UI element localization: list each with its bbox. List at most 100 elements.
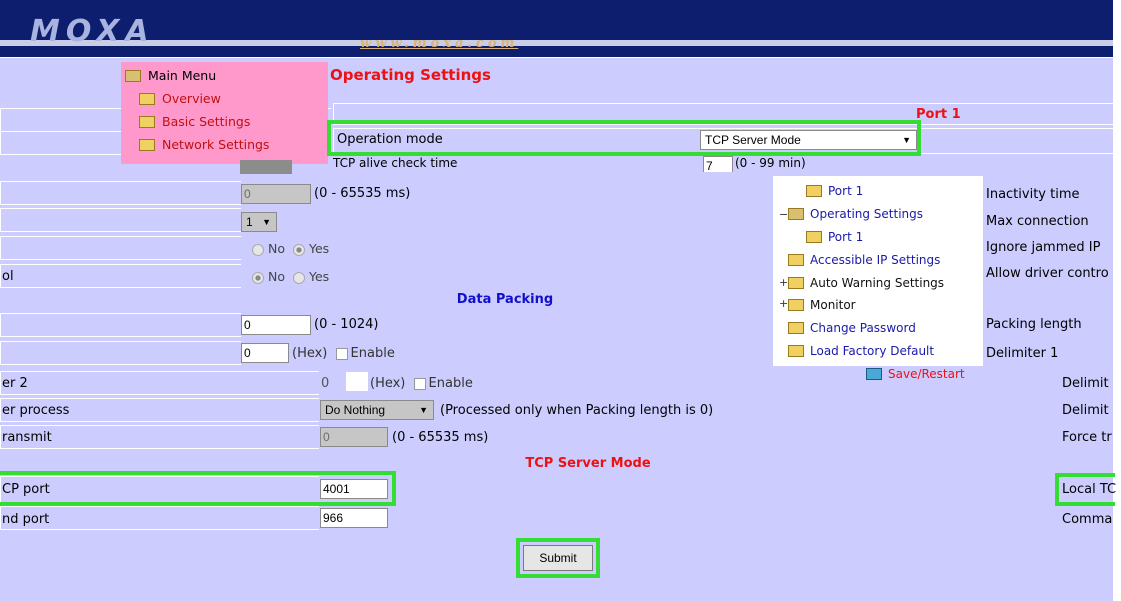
main-menu-title[interactable]: Main Menu xyxy=(125,68,216,83)
main-menu: Main Menu Overview Basic Settings Networ… xyxy=(121,62,328,164)
delimiter-process-select[interactable]: Do Nothing ▼ xyxy=(320,400,434,420)
tree-item-port1[interactable]: Port 1 xyxy=(806,184,863,198)
tree-item-label: Port 1 xyxy=(828,230,864,244)
command-port-input[interactable]: 966 xyxy=(320,508,388,528)
folder-icon xyxy=(139,115,155,128)
tcp-alive-label: TCP alive check time xyxy=(333,156,458,170)
allow-driver-row xyxy=(0,264,241,288)
menu-item-network-settings[interactable]: Network Settings xyxy=(139,137,269,152)
folder-icon xyxy=(139,138,155,151)
tree-item-label: Auto Warning Settings xyxy=(810,276,945,290)
radio-yes-label: Yes xyxy=(308,269,330,284)
delimiter1-hex-label: (Hex) xyxy=(292,346,328,361)
folder-open-icon xyxy=(125,69,141,82)
folder-icon xyxy=(788,322,804,334)
right-label-command-port: Comma xyxy=(1062,512,1113,527)
max-connection-row xyxy=(0,208,241,232)
delimiter2-enable-label: Enable xyxy=(428,376,473,391)
tree-item-label: Change Password xyxy=(810,321,916,335)
tcp-alive-input[interactable]: 7 xyxy=(703,156,733,172)
tree-item-label: Load Factory Default xyxy=(810,344,935,358)
tree-item-accessible-ip[interactable]: Accessible IP Settings xyxy=(788,253,940,267)
right-label-inactivity-time: Inactivity time xyxy=(986,187,1080,202)
delimiter1-row xyxy=(0,341,241,365)
delimiter2-enable-checkbox[interactable] xyxy=(413,377,426,390)
radio-no-label: No xyxy=(268,241,285,256)
right-label-ignore-jammed-ip: Ignore jammed IP xyxy=(986,240,1101,255)
delimiter-process-note: (Processed only when Packing length is 0… xyxy=(440,403,714,418)
tree-item-auto-warning[interactable]: Auto Warning Settings xyxy=(788,276,944,290)
highlight-right-local-tcp xyxy=(1055,473,1115,506)
tree-item-port1-sub[interactable]: Port 1 xyxy=(806,230,863,244)
delimiter1-hex: (Hex) Enable xyxy=(292,346,395,361)
tree-item-label: Operating Settings xyxy=(810,207,924,221)
delimiter2-partial-label: er 2 xyxy=(2,376,28,391)
max-connection-select[interactable]: 1 ▼ xyxy=(241,212,277,232)
highlight-operation-mode xyxy=(327,120,921,156)
expand-collapse-icon[interactable]: + xyxy=(779,276,788,289)
folder-icon xyxy=(806,185,822,197)
force-transmit-partial-label: ransmit xyxy=(2,430,52,445)
folder-icon xyxy=(788,277,804,289)
menu-item-label: Overview xyxy=(162,91,221,106)
tree-item-save-restart[interactable]: Save/Restart xyxy=(866,367,965,381)
force-transmit-input[interactable]: 0 xyxy=(320,427,388,447)
tree-item-monitor[interactable]: Monitor xyxy=(788,298,856,312)
radio-yes[interactable] xyxy=(292,243,305,256)
main-menu-label: Main Menu xyxy=(148,68,217,83)
inactivity-range: (0 - 65535 ms) xyxy=(314,186,411,201)
right-label-delimiter-process: Delimit xyxy=(1062,403,1109,418)
right-label-delimiter1: Delimiter 1 xyxy=(986,346,1059,361)
allow-driver-radios: No Yes xyxy=(252,269,329,284)
delimiter2-row xyxy=(0,371,319,395)
banner-stripe xyxy=(0,40,1113,46)
ignore-jammed-row xyxy=(0,236,241,260)
folder-icon xyxy=(866,368,882,380)
delimiter2-hex-label: (Hex) xyxy=(370,376,406,391)
radio-yes[interactable] xyxy=(292,271,305,284)
menu-item-label: Network Settings xyxy=(162,137,270,152)
delimiter1-enable-checkbox[interactable] xyxy=(335,347,348,360)
dropdown-arrow-icon: ▼ xyxy=(419,405,428,415)
ignore-jammed-radios: No Yes xyxy=(252,241,329,256)
menu-item-label: Basic Settings xyxy=(162,114,251,129)
radio-no[interactable] xyxy=(252,243,264,256)
menu-item-overview[interactable]: Overview xyxy=(139,91,221,106)
right-label-max-connection: Max connection xyxy=(986,214,1089,229)
packing-length-range: (0 - 1024) xyxy=(314,317,379,332)
menu-item-basic-settings[interactable]: Basic Settings xyxy=(139,114,250,129)
tree-item-operating-settings[interactable]: Operating Settings xyxy=(788,207,923,221)
expand-collapse-icon[interactable]: − xyxy=(779,208,788,221)
radio-no-label: No xyxy=(268,269,285,284)
right-label-force-transmit: Force tr xyxy=(1062,430,1112,445)
data-packing-header: Data Packing xyxy=(456,292,554,307)
tree-item-load-factory-default[interactable]: Load Factory Default xyxy=(788,344,934,358)
command-port-partial-label: nd port xyxy=(2,512,50,527)
delimiter-process-partial-label: er process xyxy=(2,403,70,418)
delimiter1-enable-label: Enable xyxy=(350,346,395,361)
right-label-packing-length: Packing length xyxy=(986,317,1082,332)
packing-length-input[interactable]: 0 xyxy=(241,315,311,335)
folder-icon xyxy=(806,231,822,243)
tree-item-label: Save/Restart xyxy=(888,367,965,381)
tree-menu-overlay xyxy=(773,176,983,366)
delimiter1-input[interactable]: 0 xyxy=(241,343,289,363)
moxa-logo: MOXA xyxy=(30,14,155,49)
radio-yes-label: Yes xyxy=(308,241,330,256)
tree-item-label: Port 1 xyxy=(828,184,864,198)
allow-driver-partial-label: ol xyxy=(2,269,14,284)
page-title: Operating Settings xyxy=(330,66,491,84)
delimiter2-input[interactable]: 0 xyxy=(321,376,329,391)
max-connection-value: 1 xyxy=(246,215,253,229)
highlight-local-tcp-port xyxy=(0,471,396,506)
delimiter2-hex: (Hex) Enable xyxy=(370,376,473,391)
delimiter2-input-box[interactable] xyxy=(346,372,368,391)
folder-icon xyxy=(788,254,804,266)
inactivity-input[interactable]: 0 xyxy=(241,184,311,204)
expand-collapse-icon[interactable]: + xyxy=(779,297,788,310)
header-banner: MOXA www.moxa.com xyxy=(0,0,1113,57)
right-label-allow-driver-control: Allow driver contro xyxy=(986,266,1109,281)
inactivity-row xyxy=(0,181,241,205)
tree-item-change-password[interactable]: Change Password xyxy=(788,321,916,335)
radio-no[interactable] xyxy=(252,271,264,284)
